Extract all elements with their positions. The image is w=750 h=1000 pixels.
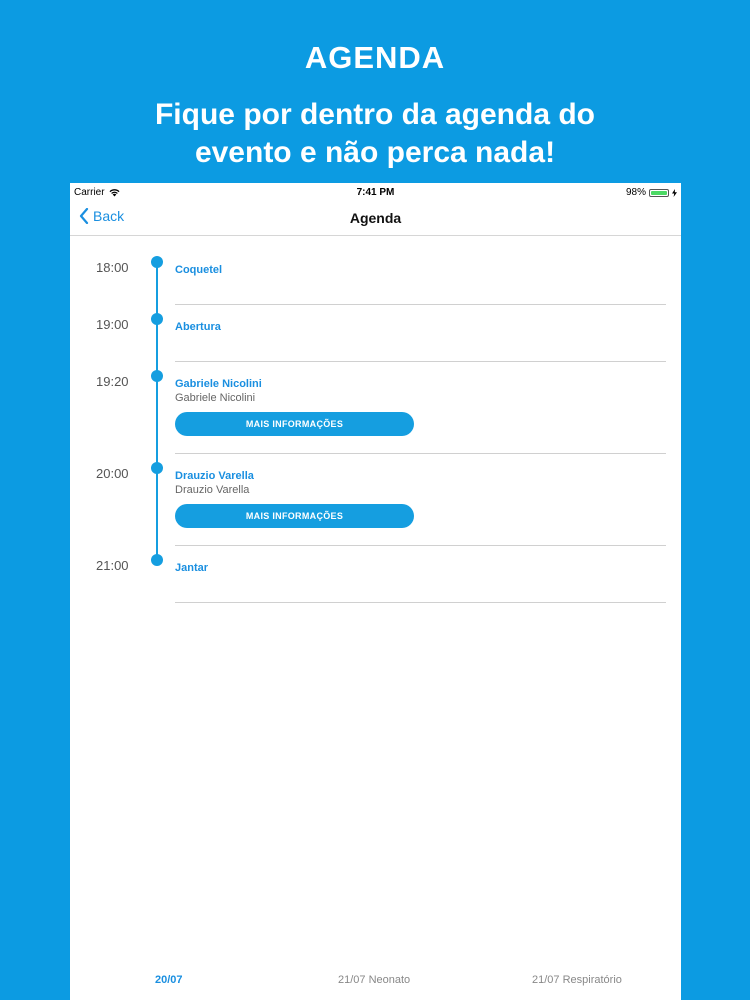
- event-time: 19:20: [96, 374, 129, 389]
- divider: [175, 453, 666, 454]
- tab-21-07-respiratorio[interactable]: 21/07 Respiratório: [532, 974, 622, 986]
- promo-subtitle-line-2: evento e não perca nada!: [194, 136, 556, 169]
- status-bar: Carrier 7:41 PM 98%: [70, 183, 681, 201]
- divider: [175, 361, 666, 362]
- tab-21-07-neonato[interactable]: 21/07 Neonato: [338, 974, 410, 986]
- event-title: Gabriele Nicolini: [175, 378, 262, 390]
- battery-icon: [649, 188, 669, 197]
- event-subtitle: Gabriele Nicolini: [175, 392, 256, 404]
- status-right: 98%: [626, 187, 677, 198]
- event-title: Jantar: [175, 562, 209, 574]
- promo-title: AGENDA: [304, 40, 446, 75]
- event-title: Abertura: [175, 321, 221, 333]
- timeline-line: [156, 261, 158, 559]
- event-time: 19:00: [96, 317, 129, 332]
- event-subtitle: Drauzio Varella: [175, 484, 250, 496]
- battery-percent: 98%: [625, 187, 646, 198]
- event-time: 18:00: [96, 260, 129, 275]
- battery-fill: [651, 190, 667, 195]
- promo-subtitle: Fique por dentro da agenda do evento e n…: [0, 96, 750, 172]
- divider: [175, 545, 666, 546]
- navigation-bar: Back Agenda: [70, 201, 681, 236]
- timeline-dot: [151, 462, 163, 474]
- event-time: 21:00: [96, 558, 129, 573]
- date-tab-bar: 20/07 21/07 Neonato 21/07 Respiratório: [70, 962, 681, 1000]
- charging-bolt-icon: [672, 188, 677, 197]
- more-info-button[interactable]: MAIS INFORMAÇÕES: [175, 412, 414, 436]
- promo-subtitle-line-1: Fique por dentro da agenda do: [154, 98, 595, 131]
- divider: [175, 304, 666, 305]
- divider: [175, 602, 666, 603]
- status-time: 7:41 PM: [356, 187, 395, 198]
- timeline-dot: [151, 370, 163, 382]
- page-title: Agenda: [349, 210, 402, 226]
- event-time: 20:00: [96, 466, 129, 481]
- event-title: Drauzio Varella: [175, 470, 254, 482]
- timeline-dot: [151, 256, 163, 268]
- tab-20-07[interactable]: 20/07: [155, 974, 183, 986]
- device-screen: Carrier 7:41 PM 98% Back Agenda 18:00 Co…: [70, 183, 681, 1000]
- timeline-dot: [151, 554, 163, 566]
- timeline-dot: [151, 313, 163, 325]
- event-title: Coquetel: [175, 264, 223, 276]
- more-info-button[interactable]: MAIS INFORMAÇÕES: [175, 504, 414, 528]
